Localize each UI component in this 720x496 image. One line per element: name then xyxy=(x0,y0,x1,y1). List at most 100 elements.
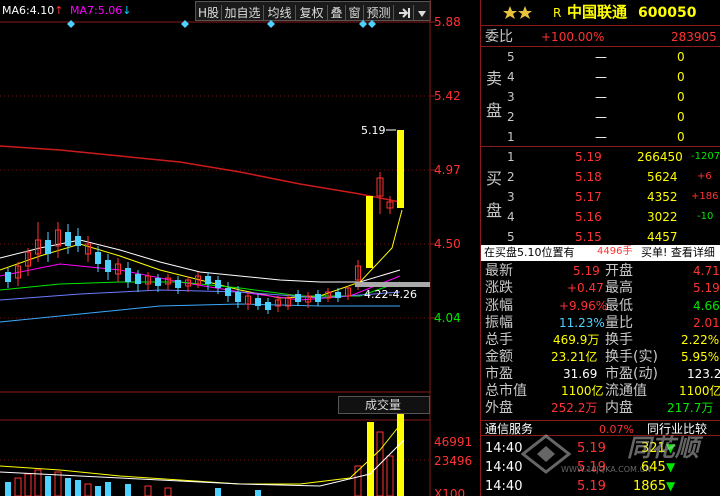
arrow-down-icon: ▼ xyxy=(666,479,676,493)
quote-label: 最高 xyxy=(605,280,633,296)
level-number: 4 xyxy=(507,70,515,84)
level-volume: 0 xyxy=(677,130,685,144)
buy-level-row[interactable]: 1 5.19 266450 -1207 xyxy=(481,147,720,167)
level-price: 5.16 xyxy=(575,210,602,224)
quote-row: 涨幅 +9.96% 最低 4.66 xyxy=(481,297,720,315)
level-price: — xyxy=(595,130,607,144)
quote-label: 市盈(动) xyxy=(605,366,658,382)
stock-name: 中国联通 xyxy=(567,3,628,21)
quote-value: 11.23% xyxy=(559,316,605,330)
stock-terminal: MA6:4.10↑ MA7:5.06↓ H股 加自选 均线 复权 叠 窗 预测 xyxy=(0,0,720,496)
quote-label: 内盘 xyxy=(605,400,633,416)
level-price: — xyxy=(595,110,607,124)
level-price: 5.17 xyxy=(575,190,602,204)
stock-header: R 中国联通 600050 xyxy=(481,0,720,26)
hint-prefix: 在买盘5.10位置有 xyxy=(484,246,575,259)
market-tag: R xyxy=(553,6,562,20)
weibi-diff: 283905 xyxy=(671,30,717,44)
quote-value: +0.47 xyxy=(567,281,604,295)
volume-title-tab[interactable]: 成交量 xyxy=(338,396,430,414)
level-volume: 5624 xyxy=(647,170,678,184)
buy-level-row[interactable]: 4 5.16 3022 -10 xyxy=(481,207,716,227)
quote-value: 2.01 xyxy=(693,316,720,330)
level-number: 1 xyxy=(507,130,515,144)
quote-panel: R 中国联通 600050 委比 +100.00% 283905 卖 盘 5 —… xyxy=(480,0,720,496)
level-number: 2 xyxy=(507,170,515,184)
quote-value: +9.96% xyxy=(559,299,608,313)
tick-volume: 1865 xyxy=(633,479,667,494)
level-volume: 0 xyxy=(677,70,685,84)
buy-level-row[interactable]: 3 5.17 4352 +186 xyxy=(481,187,719,207)
quote-label: 换手(实) xyxy=(605,349,658,365)
buy-book: 买 盘 1 5.19 266450 -1207 2 5.18 5624 +6 3… xyxy=(481,147,720,245)
quote-label: 流通值 xyxy=(605,383,647,399)
quote-label: 市盈 xyxy=(485,366,513,382)
sell-level-row[interactable]: 2 — 0 xyxy=(481,107,716,127)
level-number: 3 xyxy=(507,90,515,104)
price-axis-label: 4.04 xyxy=(434,311,461,325)
quote-value: 217.7万 xyxy=(667,401,714,415)
level-change: -1207 xyxy=(691,151,720,162)
quote-value: 4.71 xyxy=(693,264,720,278)
tick-time: 14:40 xyxy=(485,479,523,494)
brand-watermark: 同花顺 WWW.10JQKA.COM.CN xyxy=(521,430,711,480)
quote-value: 4.66 xyxy=(693,299,720,313)
level-volume: 4352 xyxy=(647,190,678,204)
hint-action-link[interactable]: 买单! 查看详细 xyxy=(641,247,715,258)
quote-value: 5.95% xyxy=(681,350,720,364)
volume-axis-label: X100 xyxy=(434,487,466,496)
quote-value: 1100亿 xyxy=(679,384,720,398)
weibi-label: 委比 xyxy=(485,29,513,45)
level-price: — xyxy=(595,90,607,104)
level-number: 1 xyxy=(507,150,515,164)
chart-area[interactable]: MA6:4.10↑ MA7:5.06↓ H股 加自选 均线 复权 叠 窗 预测 xyxy=(0,0,478,496)
quote-value: 5.19 xyxy=(573,264,600,278)
tick-price: 5.19 xyxy=(577,479,606,494)
weibi-value: +100.00% xyxy=(541,30,605,44)
price-axis-label: 4.97 xyxy=(434,163,461,177)
level-change: -10 xyxy=(697,211,714,222)
level-change: +186 xyxy=(691,191,719,202)
quote-value: 31.69 xyxy=(563,367,598,381)
quote-label: 振幅 xyxy=(485,315,513,331)
buy-level-row[interactable]: 2 5.18 5624 +6 xyxy=(481,167,716,187)
quote-grid: 最新 5.19 开盘 4.71 涨跌 +0.47 最高 5.19 涨幅 +9.9… xyxy=(481,262,720,420)
quote-value: 2.22% xyxy=(681,333,720,347)
price-axis-label: 5.88 xyxy=(434,15,461,29)
quote-row: 振幅 11.23% 量比 2.01 xyxy=(481,314,720,332)
volume-axis-label: 46991 xyxy=(434,435,473,449)
quote-label: 涨幅 xyxy=(485,298,513,314)
quote-value: 5.19 xyxy=(693,281,720,295)
quote-label: 涨跌 xyxy=(485,280,513,296)
level-volume: 0 xyxy=(677,110,685,124)
buy-level-row[interactable]: 5 5.15 4457 xyxy=(481,227,716,247)
volume-title: 成交量 xyxy=(365,398,402,412)
range-label: 4.22-4.26 xyxy=(364,288,417,301)
sell-level-row[interactable]: 5 — 0 xyxy=(481,47,716,67)
volume-axis-label: 23496 xyxy=(434,454,473,468)
level-number: 5 xyxy=(507,50,515,64)
level-volume: 0 xyxy=(677,50,685,64)
sell-level-row[interactable]: 4 — 0 xyxy=(481,67,716,87)
brand-url: WWW.10JQKA.COM.CN xyxy=(561,465,652,474)
star-icon[interactable] xyxy=(503,6,533,20)
level-volume: 3022 xyxy=(647,210,678,224)
price-axis-label: 4.50 xyxy=(434,237,461,251)
quote-value: 123.2 xyxy=(687,367,720,381)
big-order-hint[interactable]: 在买盘5.10位置有 4496手 买单! 查看详细 xyxy=(481,245,720,261)
level-volume: 4457 xyxy=(647,230,678,244)
quote-row: 涨跌 +0.47 最高 5.19 xyxy=(481,279,720,297)
level-volume: 0 xyxy=(677,90,685,104)
quote-value: 469.9万 xyxy=(553,333,600,347)
sell-book: 卖 盘 5 — 0 4 — 0 3 — 0 2 — 0 1 — 0 xyxy=(481,47,720,147)
kline-chart xyxy=(0,0,436,496)
level-volume: 266450 xyxy=(637,150,683,164)
quote-value: 252.2万 xyxy=(551,401,598,415)
level-number: 4 xyxy=(507,210,515,224)
quote-label: 总手 xyxy=(485,332,513,348)
level-number: 2 xyxy=(507,110,515,124)
sell-level-row[interactable]: 1 — 0 xyxy=(481,127,716,147)
quote-row: 金额 23.21亿 换手(实) 5.95% xyxy=(481,348,720,366)
sell-level-row[interactable]: 3 — 0 xyxy=(481,87,716,107)
level-price: — xyxy=(595,50,607,64)
